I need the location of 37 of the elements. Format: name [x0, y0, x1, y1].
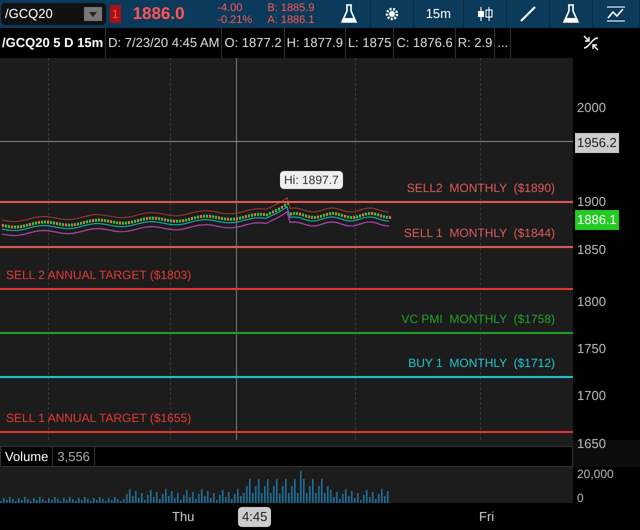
price-tick: 1650 — [577, 435, 606, 453]
ask-price: A: 1886.1 — [267, 14, 316, 26]
level-label: SELL 1 MONTHLY ($1844) — [404, 225, 555, 242]
symbol-field[interactable]: /GCQ20 — [1, 3, 106, 25]
price-tick: 1700 — [577, 387, 606, 405]
price-marker: 1956.2 — [575, 133, 619, 152]
volume-tick: 20,000 — [577, 466, 614, 483]
collapse-icon[interactable] — [582, 34, 600, 52]
flask-icon — [562, 4, 580, 24]
volume-title: Volume — [1, 446, 54, 466]
price-tick: 1900 — [577, 193, 606, 211]
price-tick: 2000 — [577, 99, 606, 117]
price-tick: 1800 — [577, 293, 606, 311]
level-label: SELL 1 ANNUAL TARGET ($1655) — [6, 410, 192, 427]
last-price: 1886.0 — [132, 3, 186, 26]
volume-tick: 0 — [577, 490, 584, 507]
time-label: 4:45 — [238, 507, 272, 526]
percent-change: -0.21% — [217, 14, 254, 26]
current-price-marker: 1886.1 — [575, 210, 619, 230]
level-label: BUY 1 MONTHLY ($1712) — [408, 355, 555, 372]
candlestick-icon — [476, 5, 494, 23]
flask-icon — [340, 4, 358, 24]
volume-value: 3,556 — [53, 446, 95, 466]
level-label: SELL2 MONTHLY ($1890) — [406, 180, 555, 197]
level-label: SELL 2 ANNUAL TARGET ($1803) — [6, 267, 192, 284]
chart-pattern-icon — [605, 5, 627, 23]
price-change: -4.00 — [217, 2, 244, 14]
dropdown-icon[interactable] — [84, 7, 102, 21]
high-bubble: Hi: 1897.7 — [280, 171, 343, 189]
price-tick: 1750 — [577, 340, 606, 358]
time-label: Thu — [171, 508, 196, 526]
line-icon — [519, 5, 537, 23]
bid-price: B: 1885.9 — [267, 2, 316, 14]
time-label: Fri — [478, 508, 496, 526]
symbol-text: /GCQ20 — [5, 5, 53, 24]
price-tick: 1850 — [577, 241, 606, 259]
level-label: VC PMI MONTHLY ($1758) — [401, 311, 555, 328]
